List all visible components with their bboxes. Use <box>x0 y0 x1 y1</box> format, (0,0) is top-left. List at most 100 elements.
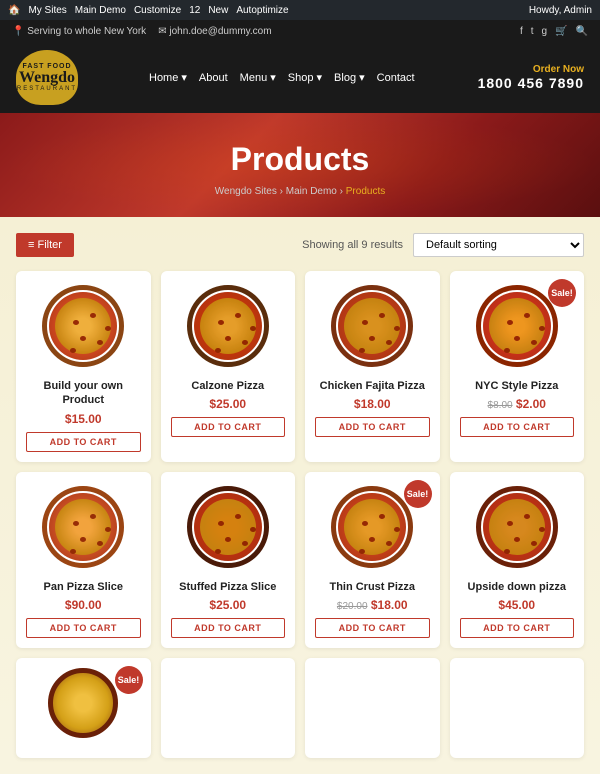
breadcrumb-wengdo[interactable]: Wengdo Sites <box>215 186 277 197</box>
product-price-6: $25.00 <box>171 598 286 612</box>
logo-main-text: Wengdo <box>19 70 75 86</box>
product-grid: Build your own Product $15.00 ADD TO CAR… <box>16 271 584 648</box>
pizza-cheese-8 <box>489 499 545 555</box>
pizza-base-4 <box>476 285 558 367</box>
product-name-6: Stuffed Pizza Slice <box>171 580 286 594</box>
original-price-4: $8.00 <box>488 400 513 411</box>
product-name-2: Calzone Pizza <box>171 379 286 393</box>
filter-right: Showing all 9 results Default sorting So… <box>302 233 584 257</box>
howdy-text: Howdy, Admin <box>529 5 592 16</box>
logo[interactable]: FAST FOOD Wengdo RESTAURANT <box>16 50 86 105</box>
facebook-icon[interactable]: f <box>520 26 523 37</box>
product-name-3: Chicken Fajita Pizza <box>315 379 430 393</box>
customize-link[interactable]: Customize <box>134 5 181 16</box>
pizza-base-1 <box>42 285 124 367</box>
order-phone[interactable]: 1800 456 7890 <box>478 75 584 91</box>
search-icon[interactable]: 🔍 <box>576 26 588 37</box>
pizza-cheese-5 <box>55 499 111 555</box>
wp-logo-icon[interactable]: 🏠 <box>8 5 20 16</box>
info-bar-right: f t g 🛒 🔍 <box>520 26 588 37</box>
order-box: Order Now 1800 456 7890 <box>478 64 584 91</box>
new-link[interactable]: New <box>208 5 228 16</box>
main-nav: Home ▾ About Menu ▾ Shop ▾ Blog ▾ Contac… <box>149 71 415 84</box>
nav-contact[interactable]: Contact <box>377 72 415 84</box>
add-to-cart-button-2[interactable]: ADD TO CART <box>171 417 286 437</box>
google-icon[interactable]: g <box>542 26 548 37</box>
header: FAST FOOD Wengdo RESTAURANT Home ▾ About… <box>0 42 600 113</box>
pizza-cheese-6 <box>200 499 256 555</box>
sale-price-7: $18.00 <box>371 598 408 612</box>
nav-about[interactable]: About <box>199 72 228 84</box>
nav-home[interactable]: Home ▾ <box>149 71 187 84</box>
showing-results-text: Showing all 9 results <box>302 239 403 251</box>
pizza-base-7 <box>331 486 413 568</box>
add-to-cart-button-1[interactable]: ADD TO CART <box>26 432 141 452</box>
pizza-base-8 <box>476 486 558 568</box>
breadcrumb-current: Products <box>346 186 385 197</box>
filter-button[interactable]: ≡ Filter <box>16 233 74 257</box>
nav-shop[interactable]: Shop ▾ <box>288 71 322 84</box>
nav-blog[interactable]: Blog ▾ <box>334 71 365 84</box>
empty-card-10 <box>161 658 296 758</box>
product-price-8: $45.00 <box>460 598 575 612</box>
product-price-5: $90.00 <box>26 598 141 612</box>
product-name-5: Pan Pizza Slice <box>26 580 141 594</box>
product-name-7: Thin Crust Pizza <box>315 580 430 594</box>
add-to-cart-button-5[interactable]: ADD TO CART <box>26 618 141 638</box>
product-name-1: Build your own Product <box>26 379 141 408</box>
nav-menu[interactable]: Menu ▾ <box>240 71 276 84</box>
empty-card-11 <box>305 658 440 758</box>
sort-select[interactable]: Default sorting Sort by popularity Sort … <box>413 233 584 257</box>
email-text: ✉ john.doe@dummy.com <box>158 26 271 37</box>
product-image-3 <box>327 281 417 371</box>
filter-bar: ≡ Filter Showing all 9 results Default s… <box>16 233 584 257</box>
logo-circle: FAST FOOD Wengdo RESTAURANT <box>16 50 78 105</box>
admin-bar-left: 🏠 My Sites Main Demo Customize 12 New Au… <box>8 5 289 16</box>
pizza-cheese-2 <box>200 298 256 354</box>
pizza-base-5 <box>42 486 124 568</box>
pizza-cheese-4 <box>489 298 545 354</box>
product-card-4: Sale! NYC Style Pizza $8.00 $2.00 ADD TO… <box>450 271 585 462</box>
pizza-cheese-3 <box>344 298 400 354</box>
add-to-cart-button-3[interactable]: ADD TO CART <box>315 417 430 437</box>
add-to-cart-button-7[interactable]: ADD TO CART <box>315 618 430 638</box>
pizza-cheese-7 <box>344 499 400 555</box>
sale-badge-7: Sale! <box>404 480 432 508</box>
admin-bar: 🏠 My Sites Main Demo Customize 12 New Au… <box>0 0 600 20</box>
product-card-7: Sale! Thin Crust Pizza $20.00 $18.00 ADD… <box>305 472 440 648</box>
product-card-2: Calzone Pizza $25.00 ADD TO CART <box>161 271 296 462</box>
pizza-cheese-1 <box>55 298 111 354</box>
product-image-2 <box>183 281 273 371</box>
sale-price-4: $2.00 <box>516 397 546 411</box>
product-image-8 <box>472 482 562 572</box>
hero-section: Products Wengdo Sites › Main Demo › Prod… <box>0 113 600 217</box>
page-title: Products <box>20 141 580 178</box>
autoptimize-link[interactable]: Autoptimize <box>236 5 288 16</box>
pizza-base-6 <box>187 486 269 568</box>
product-card-1: Build your own Product $15.00 ADD TO CAR… <box>16 271 151 462</box>
add-to-cart-button-6[interactable]: ADD TO CART <box>171 618 286 638</box>
my-sites-link[interactable]: My Sites <box>28 5 66 16</box>
logo-sub-text: RESTAURANT <box>17 86 77 92</box>
product-image-1 <box>38 281 128 371</box>
location-text: 📍 Serving to whole New York <box>12 26 146 37</box>
add-to-cart-button-4[interactable]: ADD TO CART <box>460 417 575 437</box>
cart-icon[interactable]: 🛒 <box>555 26 567 37</box>
original-price-7: $20.00 <box>337 601 368 612</box>
product-name-8: Upside down pizza <box>460 580 575 594</box>
product-price-4: $8.00 $2.00 <box>460 397 575 411</box>
add-to-cart-button-8[interactable]: ADD TO CART <box>460 618 575 638</box>
breadcrumb-main-demo[interactable]: Main Demo <box>286 186 337 197</box>
comments-link[interactable]: 12 <box>189 5 200 16</box>
twitter-icon[interactable]: t <box>531 26 534 37</box>
product-image-6 <box>183 482 273 572</box>
order-now-label: Order Now <box>478 64 584 75</box>
main-demo-link[interactable]: Main Demo <box>75 5 126 16</box>
product-card-8: Upside down pizza $45.00 ADD TO CART <box>450 472 585 648</box>
product-image-5 <box>38 482 128 572</box>
breadcrumb: Wengdo Sites › Main Demo › Products <box>20 186 580 197</box>
product-price-7: $20.00 $18.00 <box>315 598 430 612</box>
sale-badge-9: Sale! <box>115 666 143 694</box>
empty-card-12 <box>450 658 585 758</box>
product-price-3: $18.00 <box>315 397 430 411</box>
